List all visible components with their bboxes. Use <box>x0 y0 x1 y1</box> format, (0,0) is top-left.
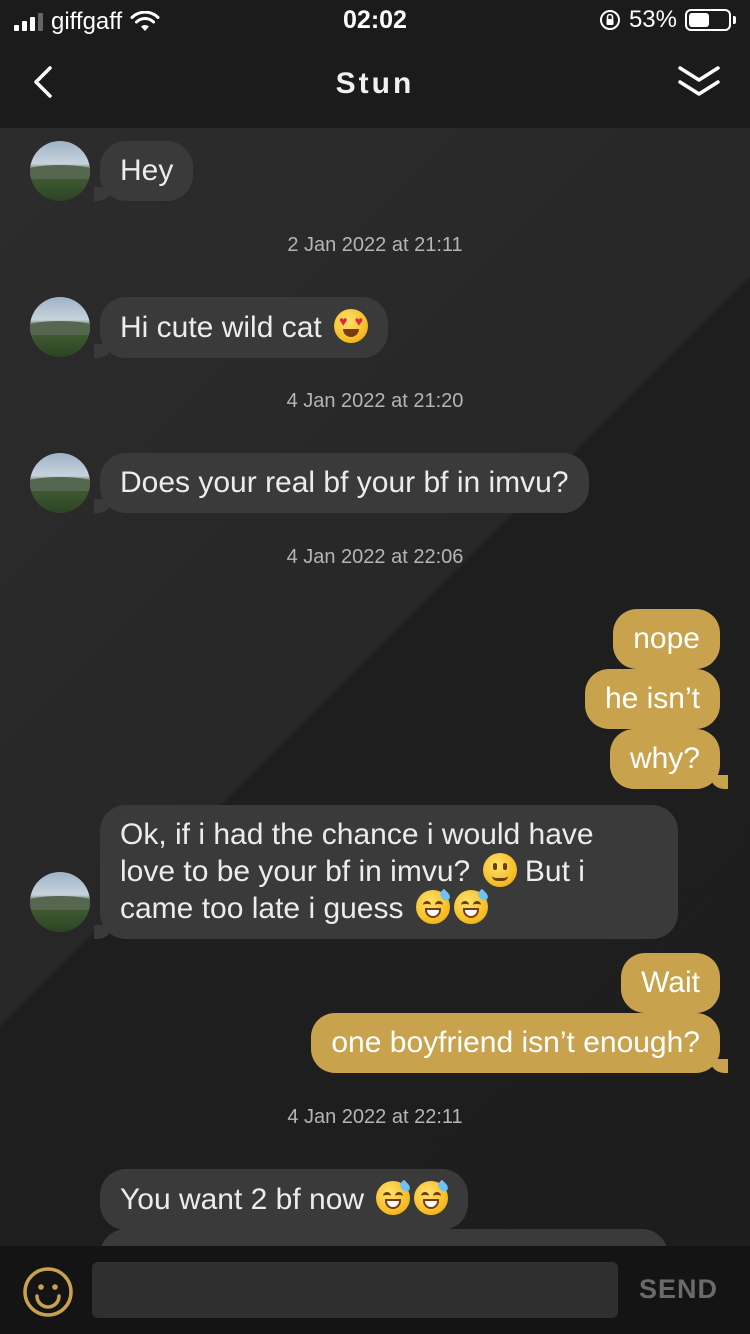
battery-percent: 53% <box>628 6 677 33</box>
message-timestamp: 4 Jan 2022 at 21:20 <box>286 390 464 412</box>
slightly-smiling-emoji-icon <box>482 853 517 887</box>
message-bubble-outgoing[interactable]: one boyfriend isn’t enough? <box>311 1013 728 1073</box>
rotation-lock-icon <box>599 10 620 30</box>
avatar[interactable] <box>30 453 90 513</box>
message-line: love to be your bf in imvu? But i <box>120 853 585 888</box>
sweat-smile-emoji-icon <box>376 1179 413 1215</box>
avatar[interactable] <box>30 141 90 201</box>
smiley-icon[interactable] <box>22 1266 74 1318</box>
message-text: why? <box>629 742 700 775</box>
sweat-smile-emoji-icon <box>414 1179 451 1215</box>
message-timestamp: 4 Jan 2022 at 22:06 <box>286 546 464 568</box>
message-line: came too late i guess <box>120 888 658 927</box>
status-bar: giffgaff 02:02 53% <box>0 0 750 40</box>
message-bubble-incoming[interactable]: Does your real bf your bf in imvu? <box>94 453 589 513</box>
message-bubble-outgoing[interactable]: Wait <box>621 953 720 1013</box>
message-bubble-outgoing[interactable]: nope <box>613 609 720 669</box>
message-input[interactable] <box>92 1262 618 1318</box>
send-button[interactable]: SEND <box>639 1274 718 1305</box>
message-text: Wait <box>641 966 700 999</box>
message-timestamp: 2 Jan 2022 at 21:11 <box>287 234 463 256</box>
message-list[interactable]: Hey 2 Jan 2022 at 21:11 Hi cute wild cat… <box>0 128 750 1246</box>
message-bubble-outgoing[interactable]: why? <box>609 729 729 789</box>
avatar[interactable] <box>30 872 90 932</box>
battery-tip <box>733 16 736 24</box>
heart-eyes-emoji-icon <box>334 309 369 343</box>
message-text: nope <box>633 622 700 655</box>
message-bubble-incoming-partial[interactable] <box>100 1229 668 1246</box>
double-chevron-down-icon[interactable] <box>676 62 722 102</box>
sweat-smile-emoji-icon <box>415 888 452 924</box>
message-text: You want 2 bf now <box>120 1183 365 1216</box>
page-title: Stun <box>335 67 415 100</box>
message-text: Does your real bf your bf in imvu? <box>120 466 569 499</box>
avatar[interactable] <box>30 297 90 357</box>
message-text: Hey <box>120 154 174 187</box>
message-bubble-incoming[interactable]: Hey <box>93 141 194 201</box>
message-bubble-incoming[interactable]: You want 2 bf now <box>100 1169 469 1230</box>
message-bubble-incoming[interactable]: Hi cute wild cat <box>93 297 389 358</box>
sweat-smile-emoji-icon <box>453 888 490 924</box>
message-timestamp: 4 Jan 2022 at 22:11 <box>287 1106 463 1128</box>
message-text: one boyfriend isn’t enough? <box>331 1026 700 1059</box>
message-line: Ok, if i had the chance i would have <box>120 818 594 851</box>
message-text: Hi cute wild cat <box>120 311 322 344</box>
chat-header: Stun <box>0 40 750 128</box>
message-bubble-outgoing[interactable]: he isn’t <box>584 669 720 729</box>
battery-icon <box>685 9 731 31</box>
message-text: he isn’t <box>604 682 700 715</box>
message-composer: SEND <box>0 1246 750 1334</box>
message-bubble-incoming[interactable]: Ok, if i had the chance i would have lov… <box>94 805 678 939</box>
